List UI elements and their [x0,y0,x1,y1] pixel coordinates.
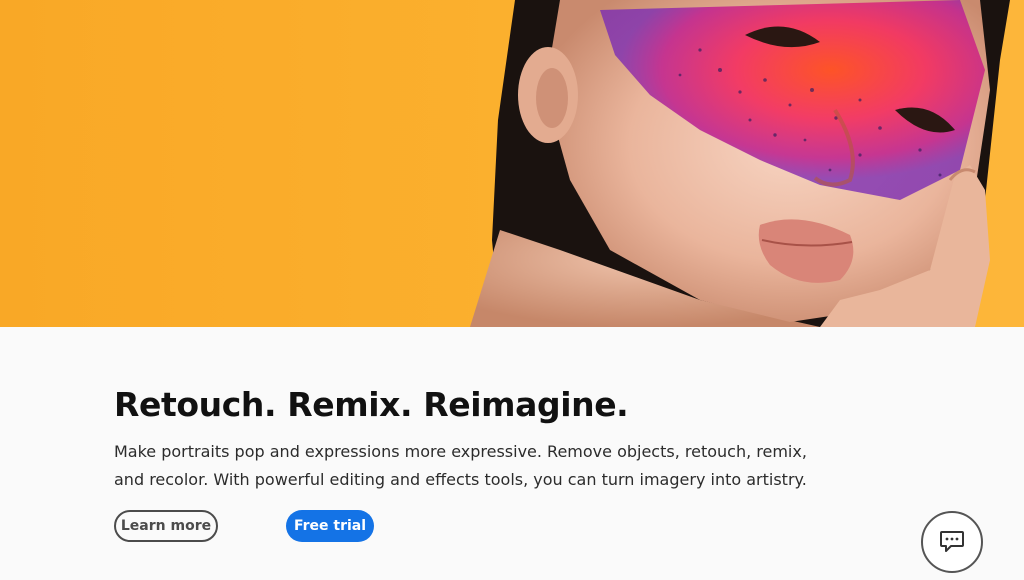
page-title: Retouch. Remix. Reimagine. [114,385,629,424]
free-trial-button[interactable]: Free trial [286,510,374,542]
page: Retouch. Remix. Reimagine. Make portrait… [0,0,1024,580]
learn-more-button[interactable]: Learn more [114,510,218,542]
chat-bubble-icon [940,531,964,552]
description-text: Make portraits pop and expressions more … [114,442,807,489]
portrait-image [0,0,1024,327]
hero-banner [0,0,1024,327]
content-section: Retouch. Remix. Reimagine. Make portrait… [0,327,1024,580]
chat-button[interactable] [921,511,983,573]
